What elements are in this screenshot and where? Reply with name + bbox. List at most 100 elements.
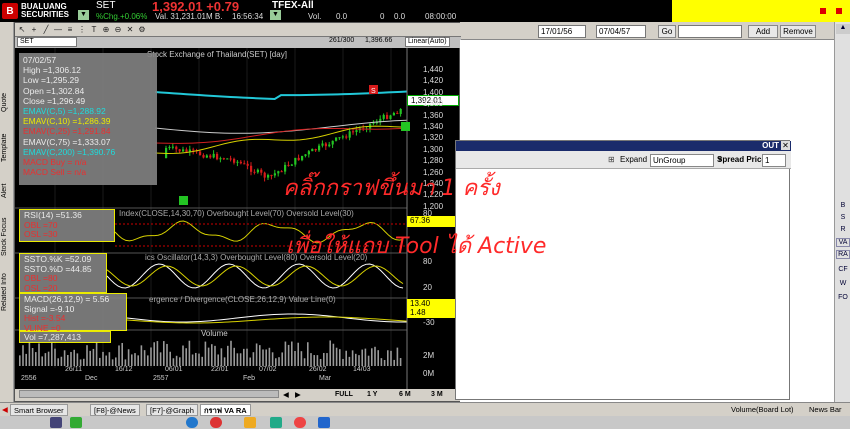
line-icon[interactable]: [186, 417, 198, 428]
chart-symbol-field[interactable]: SET: [17, 37, 77, 47]
date-from-field[interactable]: 17/01/56: [538, 25, 586, 38]
candle-body: [263, 172, 266, 178]
tab-stock-focus[interactable]: Stock Focus: [1, 212, 13, 262]
zoom-in-icon[interactable]: ⊕: [101, 25, 111, 35]
tab-news[interactable]: [F8]-@News: [90, 404, 140, 416]
strip-button-fo[interactable]: FO: [836, 294, 850, 301]
volume-bar: [124, 359, 127, 366]
tab-template[interactable]: Template: [1, 126, 13, 170]
period-1y-button[interactable]: 1 Y: [367, 390, 377, 400]
hline-tool-icon[interactable]: ―: [53, 25, 63, 35]
app-icon[interactable]: [70, 417, 82, 428]
scroll-up-icon[interactable]: ▲: [836, 24, 850, 34]
volume-bar: [339, 349, 341, 366]
x-label: 26/11: [65, 366, 82, 373]
strip-button-cf[interactable]: CF: [836, 266, 850, 273]
scroll-left-icon[interactable]: ◀: [283, 390, 289, 399]
volume-bar: [35, 352, 37, 366]
smart-browser-button[interactable]: Smart Browser: [10, 404, 68, 416]
chart-title: Stock Exchange of Thailand(SET) [day]: [147, 50, 287, 59]
volume-bar: [102, 351, 104, 366]
rsi-axis-80: 80: [423, 209, 432, 218]
volume-bar: [361, 349, 363, 366]
symbol-add-field[interactable]: [678, 25, 742, 38]
spread-price-field[interactable]: 1: [762, 154, 786, 167]
candle-body: [273, 173, 276, 176]
volume-bar: [134, 353, 136, 366]
period-3m-button[interactable]: 3 M: [431, 390, 443, 400]
info-ema200: EMAV(C,200) =1,390.76: [23, 146, 116, 157]
volume-bar: [287, 344, 290, 366]
candle-body: [222, 158, 225, 160]
volume-bar: [140, 345, 143, 366]
symbol-label[interactable]: SET: [96, 0, 115, 11]
volume-bar: [118, 345, 120, 366]
volume-bar: [377, 350, 379, 366]
chart-window[interactable]: ↖ + ╱ ― ≡ ⋮ T ⊕ ⊖ ✕ ⚙ SET 261/300 1,396.…: [14, 22, 461, 402]
chrome-icon[interactable]: [294, 417, 306, 428]
pointer-tool-icon[interactable]: ↖: [17, 25, 27, 35]
expand-icon[interactable]: ⊞: [608, 154, 615, 167]
out-title: OUT: [762, 141, 779, 150]
candle-body: [253, 171, 256, 173]
strip-button-ra[interactable]: RA: [836, 250, 850, 259]
tab-quote[interactable]: Quote: [1, 82, 13, 122]
app-icon[interactable]: [270, 417, 282, 428]
group-select[interactable]: UnGroup: [650, 154, 714, 167]
strip-button-w[interactable]: W: [836, 280, 850, 287]
price-axis-label: 1,440: [423, 65, 444, 74]
app-icon[interactable]: [318, 417, 330, 428]
date-to-field[interactable]: 07/04/57: [596, 25, 646, 38]
close-icon[interactable]: ✕: [781, 141, 790, 150]
x-axis-dates: 26/11 16/12 06/01 22/01 07/02 26/02 14/0…: [15, 366, 407, 375]
text-tool-icon[interactable]: T: [89, 25, 99, 35]
tab-related-info[interactable]: Related Info: [1, 266, 13, 318]
zoom-out-icon[interactable]: ⊖: [113, 25, 123, 35]
strip-button-r[interactable]: R: [836, 226, 850, 233]
alert-strip: [672, 0, 850, 22]
expand-button[interactable]: Expand: [620, 154, 647, 167]
volume-bar: [294, 351, 296, 366]
tab-va-ra[interactable]: กราฟ VA RA: [200, 404, 251, 416]
candle-body: [250, 165, 253, 172]
app-icon[interactable]: [210, 417, 222, 428]
delete-tool-icon[interactable]: ✕: [125, 25, 135, 35]
volume-bar: [323, 352, 325, 366]
app-icon[interactable]: [244, 417, 256, 428]
strip-button-b[interactable]: B: [836, 202, 850, 209]
scroll-right-icon[interactable]: ▶: [295, 390, 301, 399]
price-axis-label: 1,360: [423, 110, 444, 120]
horizontal-scrollbar[interactable]: [19, 390, 279, 398]
strip-button-s[interactable]: S: [836, 214, 850, 221]
alert-indicator-icon: [836, 8, 842, 14]
tab-graph[interactable]: [F7]-@Graph: [146, 404, 198, 416]
period-6m-button[interactable]: 6 M: [399, 390, 411, 400]
volume-bar: [83, 358, 85, 366]
macd-panel-title: ergence / Divergence(CLOSE,26,12,9) Valu…: [149, 295, 336, 304]
volume-bar: [284, 341, 287, 366]
volume-bar: [236, 353, 239, 366]
volume-bar: [271, 352, 274, 366]
strip-button-va[interactable]: VA: [836, 238, 850, 247]
add-button[interactable]: Add: [748, 25, 778, 38]
candle-body: [348, 131, 351, 138]
tfex-select-button[interactable]: ▼: [270, 10, 281, 20]
scale-mode-select[interactable]: Linear(Auto): [405, 37, 450, 47]
fibo-tool-icon[interactable]: ⋮: [77, 25, 87, 35]
volume-bar: [63, 350, 66, 366]
go-button[interactable]: Go: [658, 25, 676, 38]
candle-body: [192, 149, 195, 151]
channel-tool-icon[interactable]: ≡: [65, 25, 75, 35]
volume-bar: [239, 353, 242, 366]
info-open: Open =1,302.84: [23, 85, 85, 96]
quote-ticker-bar: B BUALUANG SECURITIES ▼ SET 1,392.01 +0.…: [0, 0, 850, 22]
line-tool-icon[interactable]: ╱: [41, 25, 51, 35]
news-bar-button[interactable]: News Bar: [806, 404, 845, 416]
symbol-select-button[interactable]: ▼: [78, 10, 89, 20]
period-full-button[interactable]: FULL: [335, 390, 353, 400]
settings-icon[interactable]: ⚙: [137, 25, 147, 35]
tab-alert[interactable]: Alert: [1, 174, 13, 208]
app-icon[interactable]: [50, 417, 62, 428]
remove-button[interactable]: Remove: [780, 25, 816, 38]
crosshair-tool-icon[interactable]: +: [29, 25, 39, 35]
